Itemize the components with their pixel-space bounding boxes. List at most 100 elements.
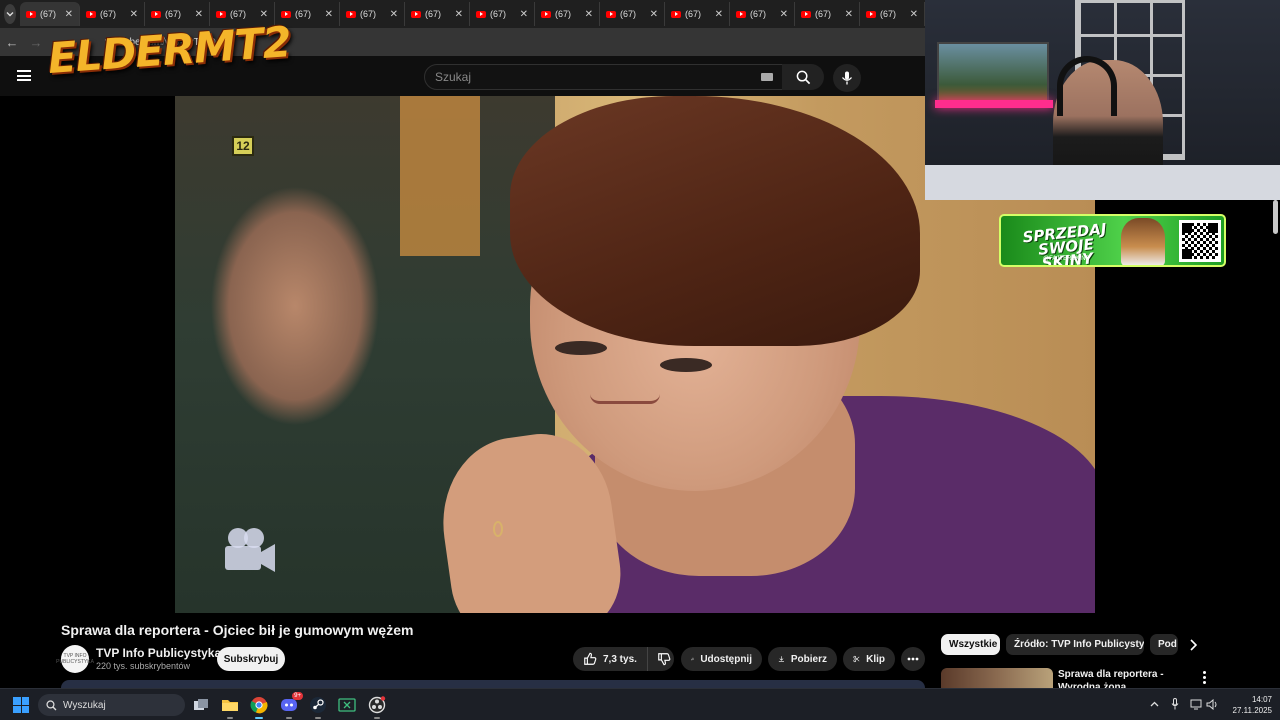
discord-icon[interactable]: 9+ — [279, 692, 303, 719]
clock-date: 27.11.2025 — [1232, 706, 1272, 715]
share-button[interactable]: Udostępnij — [681, 647, 762, 671]
close-icon[interactable]: ✕ — [390, 9, 398, 20]
browser-tab[interactable]: (67) ✕ — [730, 2, 795, 26]
recommendation-menu-button[interactable] — [1198, 668, 1210, 686]
close-icon[interactable]: ✕ — [130, 9, 138, 20]
share-label: Udostępnij — [700, 653, 752, 665]
taskbar-clock[interactable]: 14:07 27.11.2025 — [1224, 694, 1272, 716]
youtube-favicon-icon — [26, 10, 36, 18]
voice-search-button[interactable] — [833, 64, 861, 92]
youtube-favicon-icon — [346, 10, 356, 18]
tab-title: (67) — [100, 9, 117, 19]
tray-chevron-up-icon[interactable] — [1147, 697, 1161, 711]
taskbar-search-placeholder: Wyszukaj — [63, 699, 106, 711]
tab-title: (67) — [750, 9, 767, 19]
browser-tab[interactable]: (67) ✕ — [535, 2, 600, 26]
browser-tab[interactable]: (67) ✕ — [860, 2, 925, 26]
channel-avatar[interactable]: TVP INFO PUBLICYSTYKA — [56, 645, 94, 673]
browser-tab[interactable]: (67) ✕ — [405, 2, 470, 26]
chip-all[interactable]: Wszystkie — [941, 634, 1000, 655]
webcam-overlay — [925, 0, 1280, 200]
youtube-favicon-icon — [866, 10, 876, 18]
youtube-favicon-icon — [86, 10, 96, 18]
channel-name[interactable]: TVP Info Publicystyka — [96, 646, 221, 660]
video-background-wall — [400, 96, 480, 256]
tab-title: (67) — [295, 9, 312, 19]
like-dislike-group: 7,3 tys. — [573, 647, 674, 671]
steam-icon[interactable] — [308, 695, 328, 719]
browser-tab[interactable]: (67) ✕ — [795, 2, 860, 26]
download-button[interactable]: Pobierz — [768, 647, 837, 671]
search-input[interactable] — [435, 70, 735, 84]
close-icon[interactable]: ✕ — [520, 9, 528, 20]
browser-tab[interactable]: (67) ✕ — [600, 2, 665, 26]
recommendation-title[interactable]: Sprawa dla reportera - Wyrodna żona — [1058, 668, 1198, 688]
clock-time: 14:07 — [1251, 695, 1272, 704]
subscribe-button[interactable]: Subskrybuj — [217, 647, 285, 671]
tab-title: (67) — [620, 9, 637, 19]
xbox-app-icon[interactable] — [337, 695, 357, 715]
taskbar-search[interactable]: Wyszukaj — [38, 694, 185, 716]
browser-tab[interactable]: (67) ✕ — [20, 2, 80, 26]
obs-icon[interactable] — [367, 695, 387, 719]
arrow-right-icon: → — [29, 34, 43, 50]
clip-button[interactable]: Klip — [843, 647, 895, 671]
chrome-icon[interactable] — [249, 695, 269, 719]
back-button[interactable]: ← — [0, 35, 24, 50]
search-icon — [46, 699, 57, 710]
task-view-icon[interactable] — [191, 695, 211, 715]
like-button[interactable]: 7,3 tys. — [573, 647, 648, 671]
close-icon[interactable]: ✕ — [325, 9, 333, 20]
webcam-aquarium — [937, 42, 1049, 104]
chips-next-button[interactable] — [1183, 634, 1203, 655]
browser-tab[interactable]: (67) ✕ — [340, 2, 405, 26]
tray-volume-icon[interactable] — [1205, 697, 1219, 711]
dislike-button[interactable] — [654, 647, 674, 671]
tab-title: (67) — [685, 9, 702, 19]
file-explorer-icon[interactable] — [220, 695, 240, 719]
close-icon[interactable]: ✕ — [585, 9, 593, 20]
forward-button[interactable]: → — [24, 35, 48, 50]
browser-tab[interactable]: (67) ✕ — [665, 2, 730, 26]
tray-microphone-icon[interactable] — [1168, 697, 1182, 711]
menu-icon[interactable] — [17, 70, 31, 81]
scrollbar-thumb[interactable] — [1273, 200, 1278, 234]
download-label: Pobierz — [790, 653, 827, 665]
close-icon[interactable]: ✕ — [650, 9, 658, 20]
video-ring — [493, 521, 503, 537]
youtube-favicon-icon — [541, 10, 551, 18]
download-icon — [778, 656, 785, 662]
chip-source[interactable]: Źródło: TVP Info Publicystyka — [1006, 634, 1144, 655]
chevron-down-icon — [6, 12, 14, 17]
close-icon[interactable]: ✕ — [455, 9, 463, 20]
webcam-desk — [925, 165, 1280, 200]
tray-network-icon[interactable] — [1189, 697, 1203, 711]
more-actions-button[interactable] — [901, 647, 925, 671]
age-rating-badge: 12 — [232, 136, 254, 156]
close-icon[interactable]: ✕ — [845, 9, 853, 20]
video-eye-left — [555, 341, 607, 355]
sponsor-banner: SPRZEDAJ SWOJE SKINY @FAJTERSKINS — [999, 214, 1226, 267]
tab-title: (67) — [555, 9, 572, 19]
youtube-favicon-icon — [671, 10, 681, 18]
recommendation-thumbnail[interactable] — [941, 668, 1053, 688]
video-person-woman-hair — [510, 96, 920, 346]
close-icon[interactable]: ✕ — [780, 9, 788, 20]
chevron-right-icon — [1190, 638, 1197, 651]
search-button[interactable] — [782, 64, 824, 90]
search-box[interactable] — [424, 64, 784, 90]
keyboard-icon[interactable] — [761, 73, 773, 81]
close-icon[interactable]: ✕ — [65, 9, 73, 20]
chip-partial[interactable]: Pod — [1150, 634, 1178, 655]
close-icon[interactable]: ✕ — [910, 9, 918, 20]
page-scrollbar[interactable] — [1271, 200, 1280, 688]
close-icon[interactable]: ✕ — [715, 9, 723, 20]
windows-start-icon[interactable] — [13, 697, 29, 713]
scissors-icon — [853, 655, 860, 663]
tab-search-button[interactable] — [4, 4, 16, 24]
browser-tab[interactable]: (67) ✕ — [470, 2, 535, 26]
like-count: 7,3 tys. — [603, 653, 637, 665]
description-panel[interactable] — [61, 680, 925, 688]
tab-title: (67) — [360, 9, 377, 19]
video-mouth — [590, 394, 660, 404]
